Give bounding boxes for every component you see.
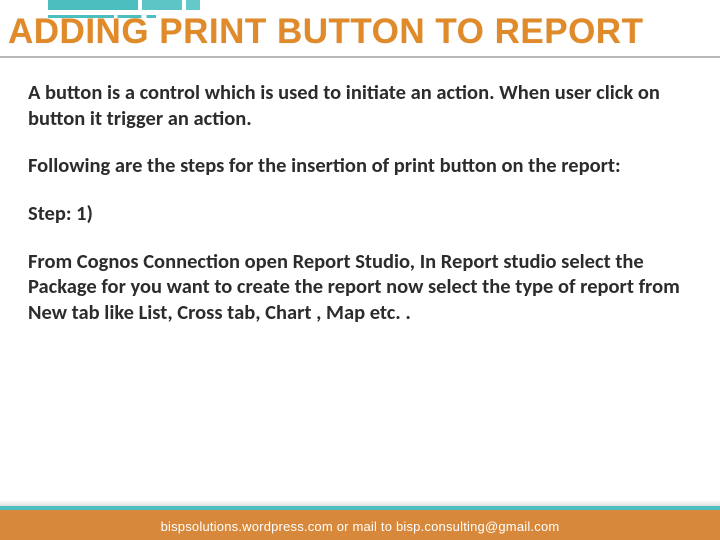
- title-underline: [0, 56, 720, 58]
- slide-title: ADDING PRINT BUTTON TO REPORT: [8, 12, 720, 52]
- intro-paragraph: A button is a control which is used to i…: [28, 80, 696, 131]
- slide-footer: bispsolutions.wordpress.com or mail to b…: [0, 500, 720, 540]
- lead-paragraph: Following are the steps for the insertio…: [28, 153, 696, 179]
- footer-text: bispsolutions.wordpress.com or mail to b…: [0, 519, 720, 534]
- slide-body: A button is a control which is used to i…: [28, 80, 696, 325]
- accent-top-bars: [48, 0, 200, 10]
- step-label: Step: 1): [28, 201, 696, 227]
- accent-bar: [48, 0, 138, 10]
- step-body: From Cognos Connection open Report Studi…: [28, 249, 696, 326]
- accent-bar: [142, 0, 182, 10]
- accent-bar: [186, 0, 200, 10]
